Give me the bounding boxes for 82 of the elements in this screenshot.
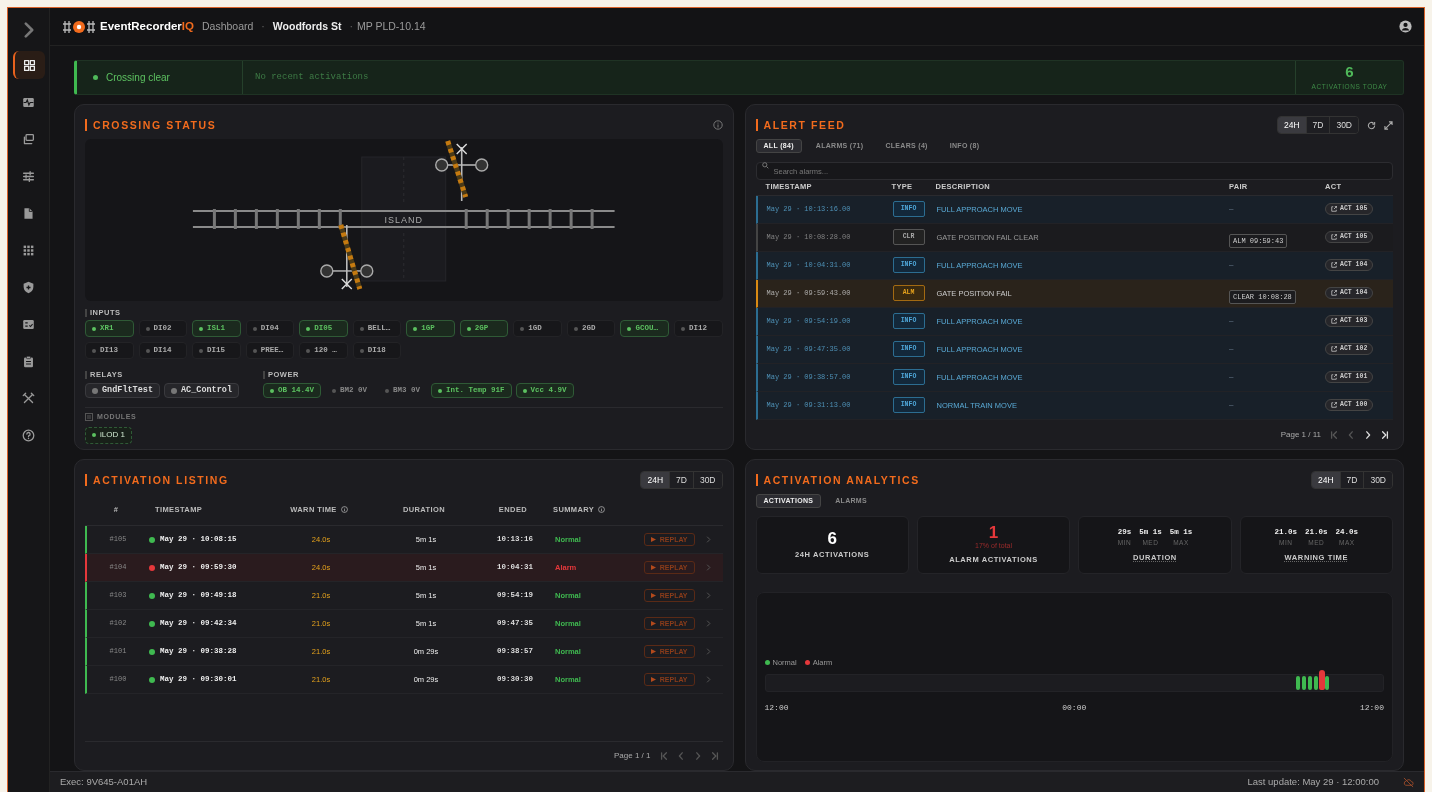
external-link-icon <box>1331 318 1337 325</box>
brand-name: EventRecorder <box>100 18 182 34</box>
range-button[interactable]: 30D <box>692 471 722 489</box>
play-icon <box>650 565 656 570</box>
io-label: GndFltTest <box>102 384 153 397</box>
axis-tick-label: 12:00 <box>1359 701 1384 714</box>
grid-icon <box>23 58 36 72</box>
checklist-icon <box>22 317 35 331</box>
play-icon <box>650 537 656 542</box>
help-icon <box>22 428 35 442</box>
island-label: ISLAND <box>384 215 423 225</box>
stat-value: 6 <box>827 529 837 547</box>
status-dot <box>149 592 155 599</box>
external-link-icon <box>1331 402 1337 409</box>
play-icon <box>650 621 656 626</box>
play-icon <box>650 649 656 654</box>
brand-suffix: IQ <box>181 18 194 34</box>
logo-icon[interactable] <box>62 19 96 34</box>
pair-placeholder: – <box>1229 259 1235 272</box>
external-link-icon <box>1331 206 1337 213</box>
sidebar-item[interactable] <box>12 51 45 79</box>
status-message: No recent activations <box>255 70 369 84</box>
status-dot <box>149 564 155 571</box>
pair-placeholder: – <box>1229 315 1235 328</box>
clipboard-icon <box>22 354 35 368</box>
module-icon <box>85 413 93 422</box>
range-button[interactable]: 24H <box>641 471 670 489</box>
breadcrumb-item: Woodfords St <box>272 18 342 34</box>
page-indicator: Page 1 / 1 <box>614 750 651 762</box>
range-button[interactable]: 24H <box>1311 471 1340 489</box>
pair-placeholder: – <box>1229 343 1235 356</box>
activations-count: 6 <box>1345 63 1354 79</box>
pair-placeholder: – <box>1229 371 1235 384</box>
io-label: AC_Control <box>181 384 233 397</box>
cloud-off-icon[interactable] <box>1403 776 1414 788</box>
external-link-icon <box>1331 290 1337 297</box>
tools-icon <box>22 391 35 405</box>
external-link-icon <box>1331 234 1337 241</box>
stat-value: 1 <box>988 524 999 542</box>
sliders-icon <box>22 169 35 183</box>
external-link-icon <box>1331 346 1337 353</box>
shield-icon <box>22 280 35 294</box>
breadcrumb-separator: · <box>261 18 265 34</box>
status-dot <box>149 620 155 627</box>
pulse-icon <box>22 95 35 109</box>
user-avatar-icon[interactable] <box>1399 20 1412 33</box>
last-update-label: Last update: May 29 · 12:00:00 <box>1247 774 1379 789</box>
info-icon[interactable] <box>340 506 348 513</box>
status-dot <box>149 648 155 655</box>
expand-icon[interactable] <box>1384 120 1393 130</box>
panel-title: ACTIVATION LISTING <box>85 474 229 486</box>
play-icon <box>650 593 656 598</box>
panel-title: ACTIVATION ANALYTICS <box>755 474 920 486</box>
page-indicator: Page 1 / 11 <box>1280 429 1321 441</box>
windows-icon <box>22 132 35 146</box>
pair-placeholder: – <box>1229 203 1235 216</box>
exec-label: Exec: 9V645-A01AH <box>60 774 148 789</box>
pair-placeholder: – <box>1229 399 1235 412</box>
breadcrumb-item: MP PLD-10.14 <box>356 18 426 34</box>
panel-title: ALERT FEED <box>755 119 846 131</box>
range-button[interactable]: 30D <box>1363 471 1392 489</box>
panel-title: CROSSING STATUS <box>85 119 217 131</box>
search-icon <box>761 161 769 169</box>
status-dot <box>149 676 155 683</box>
range-button[interactable]: 30D <box>1329 116 1358 134</box>
status-text: Crossing clear <box>106 71 170 85</box>
status-dot <box>149 536 155 543</box>
breadcrumb-separator: · <box>349 18 353 34</box>
io-label: iLOD 1 <box>100 429 125 441</box>
refresh-icon[interactable] <box>1367 120 1376 130</box>
info-icon[interactable] <box>598 506 606 513</box>
info-icon[interactable] <box>712 120 723 130</box>
external-link-icon <box>1331 262 1337 269</box>
axis-tick-label: 00:00 <box>1062 701 1087 714</box>
axis-tick-label: 12:00 <box>764 701 789 714</box>
external-link-icon <box>1331 374 1337 381</box>
document-icon <box>22 206 35 220</box>
next-page-button[interactable] <box>1364 431 1372 439</box>
dots-grid-icon <box>22 243 35 257</box>
breadcrumb-link[interactable]: Dashboard <box>201 18 254 35</box>
range-button[interactable]: 24H <box>1277 116 1306 134</box>
play-icon <box>650 677 656 682</box>
